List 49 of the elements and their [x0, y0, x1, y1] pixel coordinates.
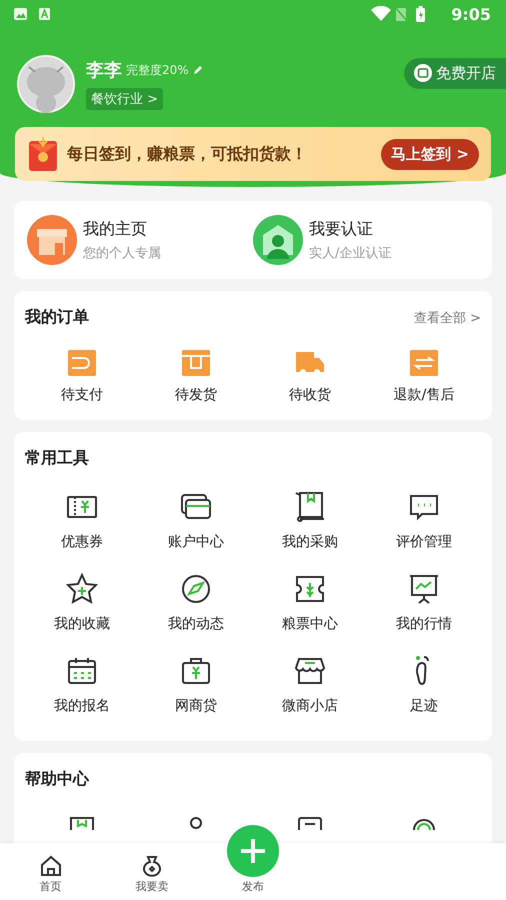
- user-name: 李李: [86, 59, 122, 82]
- tool-label[interactable]: 网商贷: [175, 697, 217, 715]
- tool-label[interactable]: 我的收藏: [54, 615, 110, 633]
- view-all-link[interactable]: 查看全部 >: [414, 308, 481, 326]
- tool-label[interactable]: 我的行情: [396, 615, 452, 633]
- tool-label[interactable]: 我的动态: [168, 615, 224, 633]
- envelope-icon: [27, 135, 59, 173]
- tool-label[interactable]: 评价管理: [396, 533, 452, 551]
- ticket-icon[interactable]: [294, 573, 326, 605]
- board-icon[interactable]: [408, 573, 440, 605]
- order-status-label[interactable]: 待支付: [61, 386, 103, 404]
- calendar-icon[interactable]: [66, 655, 98, 687]
- nav-tab[interactable]: 首页: [0, 843, 102, 900]
- section-title: 我的订单: [25, 307, 89, 328]
- open-store-button[interactable]: 免费开店: [404, 58, 506, 88]
- tool-label[interactable]: 我的报名: [54, 697, 110, 715]
- tool-label[interactable]: 微商小店: [282, 697, 338, 715]
- order-status-label[interactable]: 待发货: [175, 386, 217, 404]
- section-title: 常用工具: [25, 448, 89, 469]
- status-time: 9:05: [451, 4, 491, 24]
- verified-person-icon[interactable]: [253, 215, 303, 265]
- profile-completeness: 完整度20%: [126, 62, 189, 78]
- shortcut-subtitle: 您的个人专属: [83, 244, 161, 262]
- banner-text: 每日签到，赚粮票，可抵扣货款！: [67, 144, 307, 164]
- shortcut-subtitle: 实人/企业认证: [309, 244, 392, 262]
- tool-label[interactable]: 优惠券: [61, 533, 103, 551]
- tool-label[interactable]: 足迹: [410, 697, 438, 715]
- star-icon[interactable]: [66, 573, 98, 605]
- order-status-label[interactable]: 待收货: [289, 386, 331, 404]
- headset-icon[interactable]: [411, 816, 437, 830]
- tool-label[interactable]: 账户中心: [168, 533, 224, 551]
- order-status-label[interactable]: 退款/售后: [394, 386, 454, 404]
- shop-icon[interactable]: [294, 655, 326, 687]
- sign-in-button[interactable]: 马上签到 >: [381, 138, 479, 170]
- section-title: 帮助中心: [25, 769, 89, 790]
- money-bag-icon: [140, 855, 163, 877]
- tool-label[interactable]: 粮票中心: [282, 615, 338, 633]
- notification-icons: [13, 7, 53, 21]
- publish-button[interactable]: 发布: [202, 817, 304, 900]
- bag-icon[interactable]: [180, 655, 212, 687]
- shortcut-title[interactable]: 我要认证: [309, 218, 392, 240]
- shortcut-title[interactable]: 我的主页: [83, 218, 161, 240]
- nav-tab[interactable]: 我要卖: [101, 843, 202, 900]
- tool-label[interactable]: 我的采购: [282, 533, 338, 551]
- book-icon[interactable]: [294, 491, 326, 523]
- compass-icon[interactable]: [180, 573, 212, 605]
- storefront-icon[interactable]: [27, 215, 77, 265]
- home-icon: [40, 855, 62, 877]
- book-icon[interactable]: [69, 816, 95, 830]
